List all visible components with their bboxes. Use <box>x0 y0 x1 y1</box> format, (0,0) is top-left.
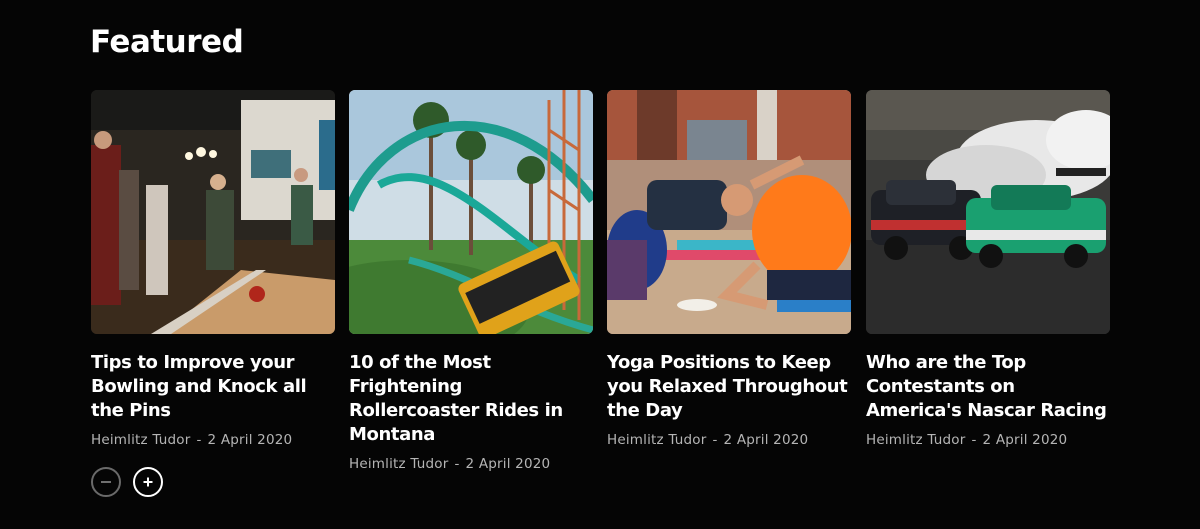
meta-separator: - <box>712 432 718 448</box>
post-title[interactable]: Who are the Top Contestants on America's… <box>866 351 1110 423</box>
post-meta: Heimlitz Tudor -2 April 2020 <box>607 432 851 448</box>
post-author[interactable]: Heimlitz Tudor <box>91 432 190 448</box>
post-thumbnail[interactable] <box>607 90 851 334</box>
post-date: 2 April 2020 <box>982 432 1068 448</box>
post-title[interactable]: 10 of the Most Frightening Rollercoaster… <box>349 351 593 447</box>
post-title[interactable]: Yoga Positions to Keep you Relaxed Throu… <box>607 351 851 423</box>
post-date: 2 April 2020 <box>723 432 809 448</box>
post-meta: Heimlitz Tudor -2 April 2020 <box>866 432 1110 448</box>
post-thumbnail[interactable] <box>866 90 1110 334</box>
carousel-prev-button[interactable] <box>91 467 121 497</box>
post-card: Who are the Top Contestants on America's… <box>866 90 1110 448</box>
bowling-photo-icon <box>91 90 335 334</box>
meta-separator: - <box>454 456 460 472</box>
plus-icon <box>143 477 153 487</box>
minus-icon <box>101 481 111 483</box>
racing-photo-icon <box>866 90 1110 334</box>
carousel-next-button[interactable] <box>133 467 163 497</box>
post-author[interactable]: Heimlitz Tudor <box>607 432 706 448</box>
post-date: 2 April 2020 <box>207 432 293 448</box>
post-title[interactable]: Tips to Improve your Bowling and Knock a… <box>91 351 335 423</box>
post-meta: Heimlitz Tudor -2 April 2020 <box>349 456 593 472</box>
post-date: 2 April 2020 <box>465 456 551 472</box>
post-thumbnail[interactable] <box>349 90 593 334</box>
post-author[interactable]: Heimlitz Tudor <box>349 456 448 472</box>
post-card: 10 of the Most Frightening Rollercoaster… <box>349 90 593 472</box>
post-author[interactable]: Heimlitz Tudor <box>866 432 965 448</box>
yoga-photo-icon <box>607 90 851 334</box>
meta-separator: - <box>196 432 202 448</box>
post-card: Yoga Positions to Keep you Relaxed Throu… <box>607 90 851 448</box>
post-meta: Heimlitz Tudor -2 April 2020 <box>91 432 335 448</box>
rollercoaster-photo-icon <box>349 90 593 334</box>
section-title: Featured <box>90 24 244 60</box>
post-card: Tips to Improve your Bowling and Knock a… <box>91 90 335 448</box>
meta-separator: - <box>971 432 977 448</box>
post-thumbnail[interactable] <box>91 90 335 334</box>
